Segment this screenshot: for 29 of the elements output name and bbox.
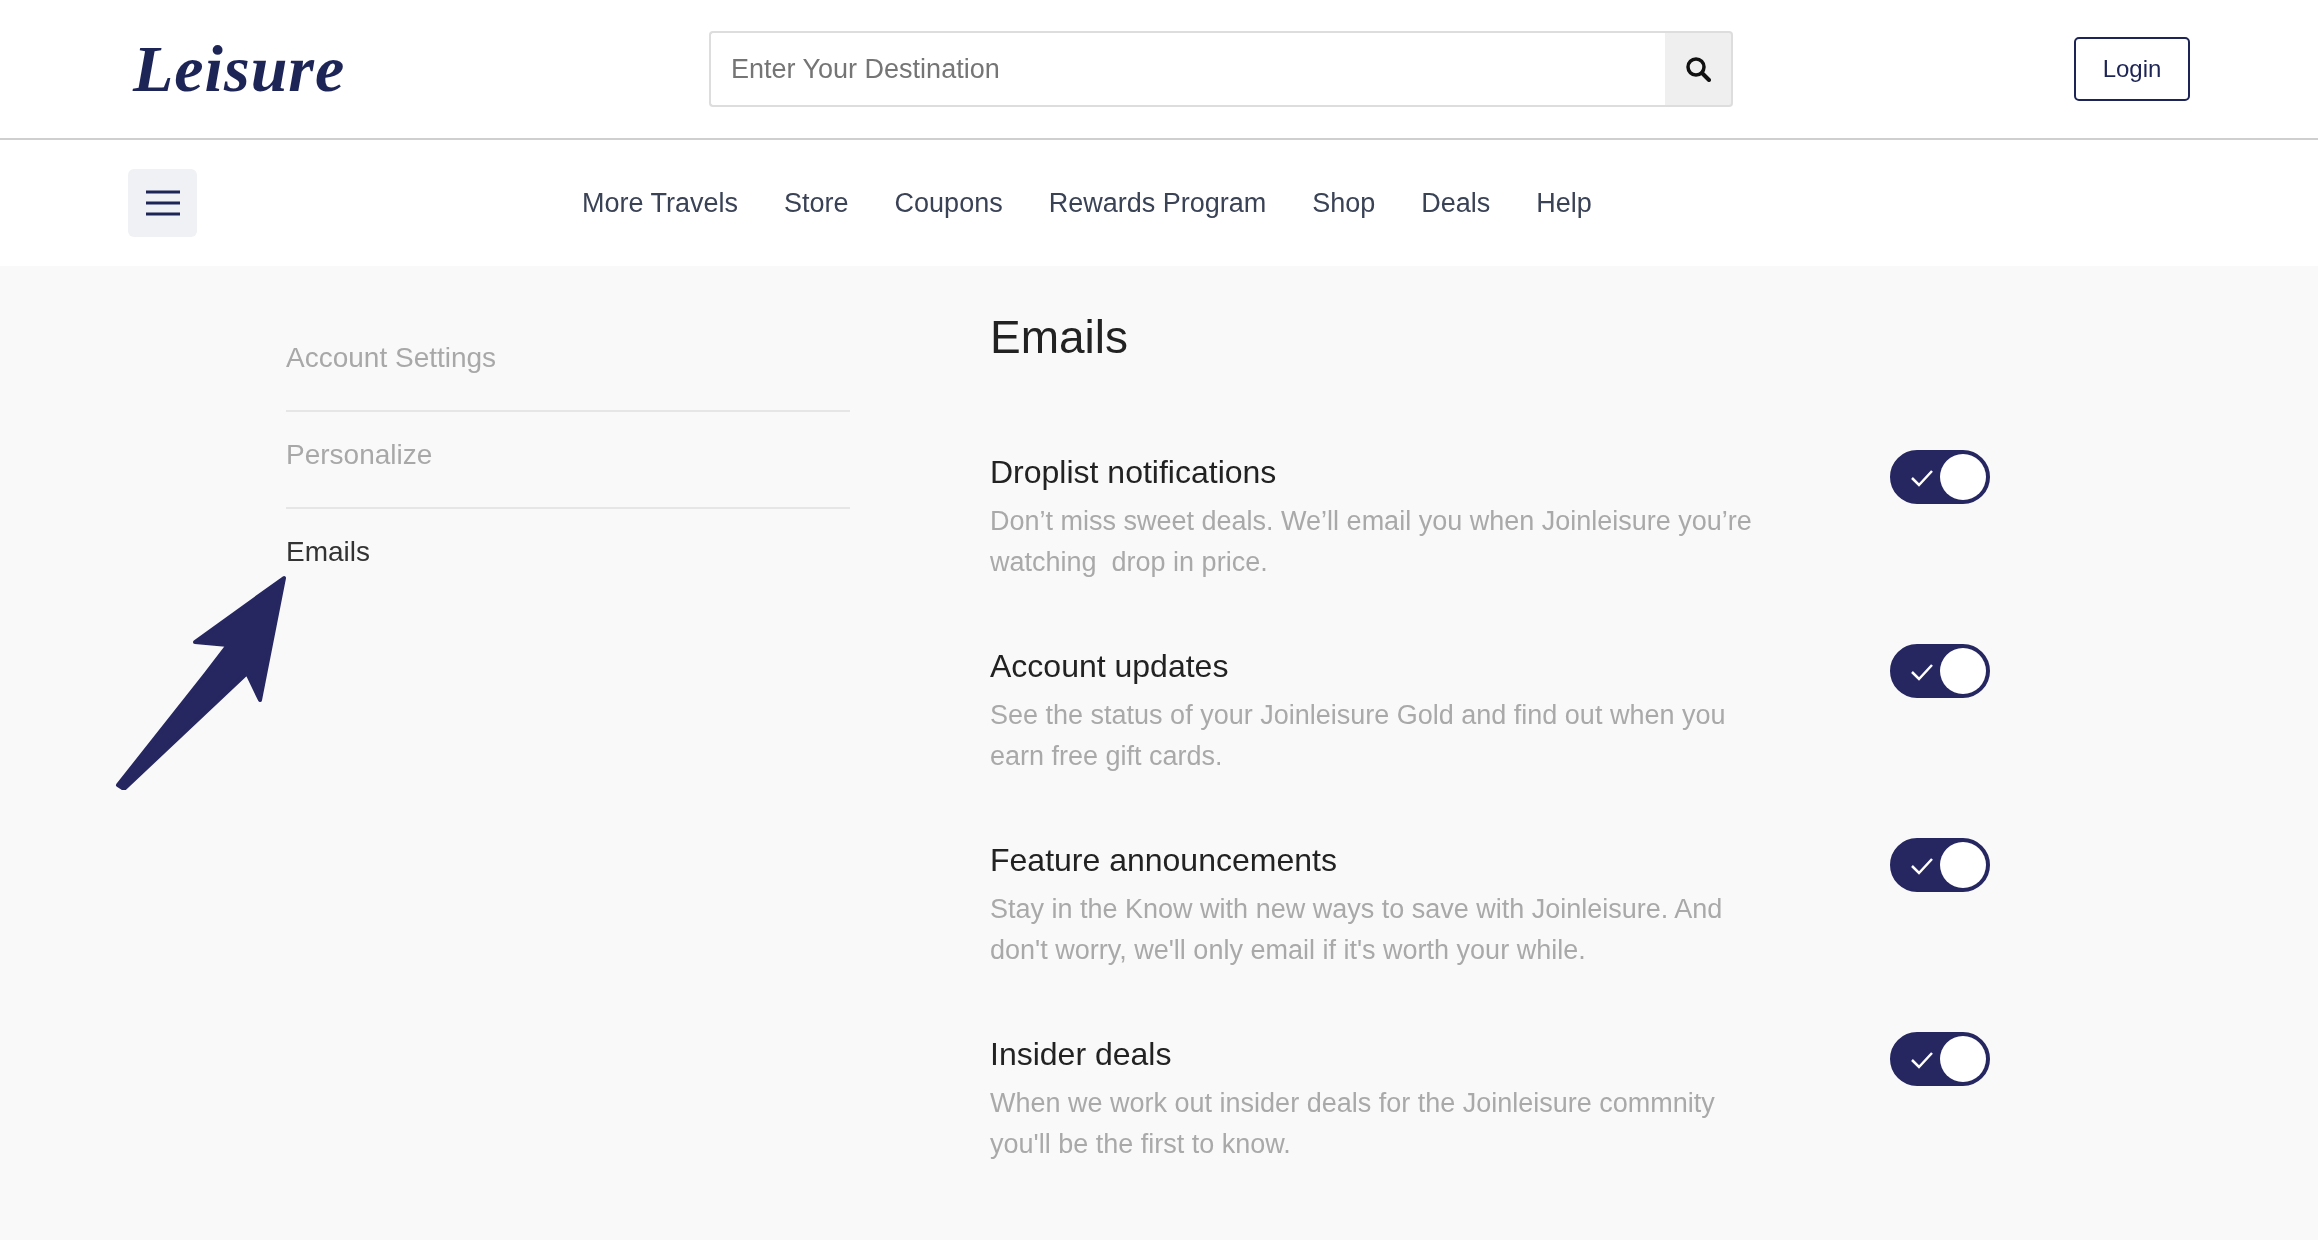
nav-link[interactable]: Deals	[1421, 187, 1491, 219]
setting-description: Stay in the Know with new ways to save with Joinleisure. And don't worry, we'll only email if it's worth your while.	[990, 893, 1724, 967]
toggle-switch[interactable]	[1890, 644, 1990, 698]
setting-description: See the status of your Joinleisure Gold and find out when you earn free gift cards.	[990, 699, 1727, 773]
nav-link[interactable]: Store	[784, 187, 849, 219]
check-icon	[1910, 468, 1934, 488]
logo[interactable]: Leisure	[133, 31, 709, 107]
setting-title: Insider deals	[990, 1036, 1173, 1073]
toggle-switch[interactable]	[1890, 838, 1990, 892]
nav-link[interactable]: More Travels	[582, 187, 739, 219]
setting-description: When we work out insider deals for the Joinleisure commnity you'll be the first to know.	[990, 1087, 1716, 1161]
toggle-switch[interactable]	[1890, 450, 1990, 504]
sidebar-item[interactable]: Emails	[286, 522, 850, 588]
nav-link[interactable]: Shop	[1312, 187, 1376, 219]
setting-title: Droplist notifications	[990, 454, 1278, 491]
login-button[interactable]: Login	[2074, 37, 2190, 101]
setting-title: Account updates	[990, 648, 1230, 685]
check-icon	[1910, 856, 1934, 876]
nav-link[interactable]: Rewards Program	[1048, 187, 1267, 219]
toggle-switch[interactable]	[1890, 1032, 1990, 1086]
check-icon	[1910, 662, 1934, 682]
setting-description: Don’t miss sweet deals. We’ll email you when Joinleisure you’re watching drop in price.	[990, 505, 1753, 579]
nav-link[interactable]: Coupons	[894, 187, 1003, 219]
menu-button[interactable]	[128, 169, 197, 237]
menu-icon	[144, 190, 181, 216]
setting-title: Feature announcements	[990, 842, 1338, 879]
nav-link[interactable]: Help	[1536, 187, 1592, 219]
page-title: Emails	[990, 310, 1129, 364]
check-icon	[1910, 1050, 1934, 1070]
